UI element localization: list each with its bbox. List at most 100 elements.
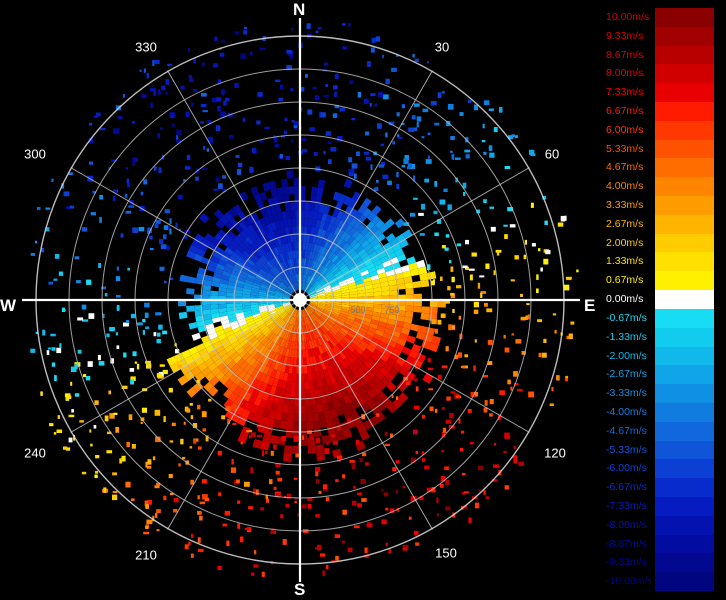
scatter-return xyxy=(242,117,246,123)
scale-swatch xyxy=(655,553,714,573)
scatter-return xyxy=(46,350,50,355)
scatter-return xyxy=(217,105,221,112)
scatter-return xyxy=(183,421,186,425)
scatter-return xyxy=(439,483,444,488)
scatter-return xyxy=(74,256,79,260)
scatter-return xyxy=(154,224,159,228)
scatter-return xyxy=(428,388,434,391)
compass-south: S xyxy=(294,580,306,599)
scale-row: -4.00m/s xyxy=(606,402,714,423)
scatter-return xyxy=(484,302,488,307)
scale-label: -4.67m/s xyxy=(606,424,647,437)
scatter-return xyxy=(273,486,277,490)
scatter-return xyxy=(293,477,298,480)
scatter-return xyxy=(134,361,138,364)
scatter-return xyxy=(342,509,347,515)
scale-row: -2.67m/s xyxy=(606,365,714,385)
scatter-return xyxy=(125,167,129,170)
scatter-return xyxy=(256,489,259,495)
scatter-return xyxy=(259,47,266,51)
scatter-return xyxy=(257,92,263,97)
range-label-750: 750 xyxy=(384,305,400,315)
scatter-return xyxy=(220,40,226,43)
scatter-return xyxy=(434,181,438,187)
scatter-return xyxy=(315,479,320,484)
scatter-return xyxy=(315,467,321,472)
scatter-return xyxy=(524,239,527,245)
scatter-return xyxy=(190,553,194,558)
scatter-return xyxy=(370,93,376,97)
scatter-return xyxy=(95,455,100,459)
scatter-return xyxy=(528,391,535,398)
scatter-return xyxy=(364,547,368,553)
scatter-return xyxy=(556,375,560,381)
scatter-return xyxy=(504,436,511,439)
scatter-return xyxy=(481,140,486,143)
scatter-return xyxy=(237,162,243,168)
velocity-cell xyxy=(284,202,291,212)
scatter-return xyxy=(77,349,82,354)
scatter-return xyxy=(511,333,515,336)
scatter-return xyxy=(235,155,240,158)
scatter-return xyxy=(144,302,150,308)
velocity-cell xyxy=(289,389,296,398)
scatter-return xyxy=(54,375,57,382)
scatter-return xyxy=(489,413,493,417)
scatter-return xyxy=(370,47,375,53)
scatter-return xyxy=(474,339,477,343)
scale-label: 4.67m/s xyxy=(606,161,644,174)
scatter-return xyxy=(361,498,367,502)
scatter-return xyxy=(237,500,241,504)
scatter-return xyxy=(77,317,84,321)
scatter-return xyxy=(365,156,371,161)
scatter-return xyxy=(30,348,36,353)
scatter-return xyxy=(223,100,227,106)
scatter-return xyxy=(538,248,541,252)
scatter-return xyxy=(143,179,148,185)
scatter-return xyxy=(154,166,157,171)
scatter-return xyxy=(485,263,490,269)
scatter-return xyxy=(357,91,361,98)
scatter-return xyxy=(218,492,222,497)
scatter-return xyxy=(315,30,319,34)
scatter-return xyxy=(460,430,465,434)
scale-swatch xyxy=(655,440,714,460)
scatter-return xyxy=(442,427,447,433)
scatter-return xyxy=(398,136,403,140)
scatter-return xyxy=(411,115,416,120)
scatter-return xyxy=(294,501,297,504)
scatter-return xyxy=(415,450,419,455)
scatter-return xyxy=(363,98,369,105)
scale-row: 6.00m/s xyxy=(606,120,714,141)
scatter-return xyxy=(285,503,289,508)
scale-row: 8.00m/s xyxy=(606,64,714,84)
scatter-return xyxy=(419,233,425,236)
scatter-return xyxy=(197,548,204,553)
scatter-return xyxy=(319,553,326,557)
scatter-return xyxy=(89,161,93,165)
scatter-return xyxy=(131,444,136,449)
scatter-return xyxy=(225,97,230,102)
compass-north: N xyxy=(293,0,306,19)
scale-swatch xyxy=(655,26,714,47)
scatter-return xyxy=(342,46,347,50)
scatter-return xyxy=(126,178,130,183)
scatter-return xyxy=(286,50,293,54)
velocity-cell xyxy=(381,290,390,296)
scatter-return xyxy=(231,458,234,465)
scatter-return xyxy=(108,390,112,395)
scatter-return xyxy=(277,477,283,482)
velocity-cell xyxy=(202,304,211,311)
scatter-return xyxy=(65,397,70,401)
velocity-cell xyxy=(285,429,294,438)
velocity-cell xyxy=(186,288,195,295)
scatter-return xyxy=(201,411,207,418)
scale-label: 3.33m/s xyxy=(606,199,644,212)
scatter-return xyxy=(315,471,319,477)
scatter-return xyxy=(154,409,161,416)
scatter-return xyxy=(185,111,190,118)
scale-row: -10.00m/s xyxy=(606,572,714,592)
scatter-return xyxy=(273,444,277,450)
velocity-cell xyxy=(313,428,322,438)
scatter-return xyxy=(157,132,160,139)
